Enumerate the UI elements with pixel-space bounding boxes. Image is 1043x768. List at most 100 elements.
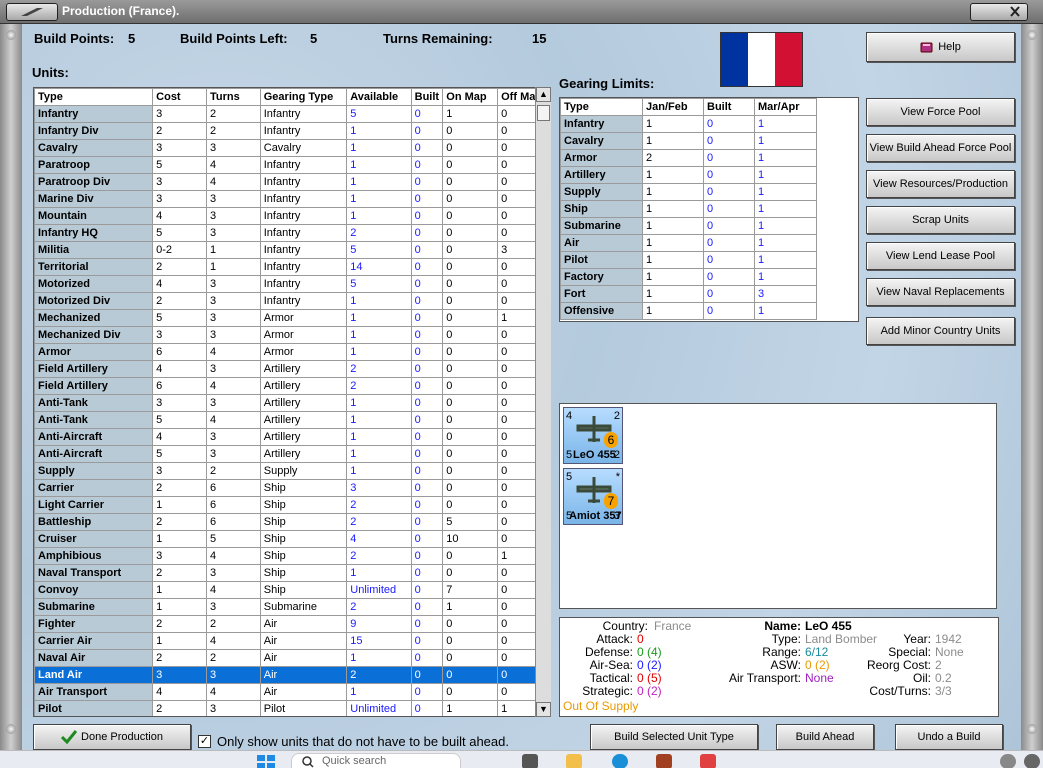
- units-table-row[interactable]: Anti-Aircraft 4 3 Artillery 1 0 0 0: [34, 428, 550, 446]
- units-table-row[interactable]: Anti-Tank 3 3 Artillery 1 0 0 0: [34, 394, 550, 412]
- units-cell: Air: [259, 666, 348, 684]
- units-table-row[interactable]: Pilot 2 3 Pilot Unlimited 0 1 1: [34, 700, 550, 716]
- build-ahead-button[interactable]: Build Ahead: [776, 724, 874, 750]
- units-table-row[interactable]: Supply 3 2 Supply 1 0 0 0: [34, 462, 550, 480]
- units-cell: 0: [410, 224, 444, 242]
- network-icon[interactable]: [1024, 754, 1040, 768]
- units-table-row[interactable]: Naval Air 2 2 Air 1 0 0 0: [34, 649, 550, 667]
- units-table-row[interactable]: Motorized 4 3 Infantry 5 0 0 0: [34, 275, 550, 293]
- units-table-row[interactable]: Cavalry 3 3 Cavalry 1 0 0 0: [34, 139, 550, 157]
- view-lend-lease-pool-button[interactable]: View Lend Lease Pool: [866, 242, 1015, 270]
- units-table-row[interactable]: Air Transport 4 4 Air 1 0 0 0: [34, 683, 550, 701]
- help-button[interactable]: Help: [866, 32, 1015, 62]
- view-build-ahead-force-pool-button[interactable]: View Build Ahead Force Pool: [866, 134, 1015, 162]
- units-cell: 0: [410, 105, 444, 123]
- done-production-button[interactable]: Done Production: [33, 724, 191, 750]
- units-column-header[interactable]: On Map: [442, 88, 499, 106]
- units-table-row[interactable]: Marine Div 3 3 Infantry 1 0 0 0: [34, 190, 550, 208]
- view-resources-production-button[interactable]: View Resources/Production: [866, 170, 1015, 198]
- unit-counter-leo455[interactable]: 4 2 6 5 LeO 455 2: [563, 407, 623, 464]
- units-table-row[interactable]: Land Air 3 3 Air 2 0 0 0: [34, 666, 550, 684]
- units-table-row[interactable]: Naval Transport 2 3 Ship 1 0 0 0: [34, 564, 550, 582]
- task-view-icon[interactable]: [522, 754, 538, 768]
- units-table-row[interactable]: Field Artillery 4 3 Artillery 2 0 0 0: [34, 360, 550, 378]
- units-column-header[interactable]: Type: [34, 88, 154, 106]
- units-table-row[interactable]: Mechanized Div 3 3 Armor 1 0 0 0: [34, 326, 550, 344]
- units-column-header[interactable]: Gearing Type: [259, 88, 348, 106]
- window-menu-button[interactable]: [6, 3, 58, 21]
- units-cell: Infantry: [259, 292, 348, 310]
- gearing-cell: 1: [642, 217, 704, 235]
- units-cell: Ship: [259, 479, 348, 497]
- undo-build-button[interactable]: Undo a Build: [895, 724, 1003, 750]
- unit-counter-amiot357[interactable]: 5 * 7 5 Amiot 357 3: [563, 468, 623, 525]
- units-cell: 0: [410, 156, 444, 174]
- add-minor-country-units-button[interactable]: Add Minor Country Units: [866, 317, 1015, 345]
- edge-browser-icon[interactable]: [612, 754, 628, 768]
- view-force-pool-button[interactable]: View Force Pool: [866, 98, 1015, 126]
- units-table-row[interactable]: Fighter 2 2 Air 9 0 0 0: [34, 615, 550, 633]
- view-naval-replacements-button[interactable]: View Naval Replacements: [866, 278, 1015, 306]
- units-table-row[interactable]: Mechanized 5 3 Armor 1 0 0 1: [34, 309, 550, 327]
- units-table-row[interactable]: Amphibious 3 4 Ship 2 0 0 1: [34, 547, 550, 565]
- units-cell: 6: [205, 513, 261, 531]
- units-cell: 3: [152, 666, 207, 684]
- app-icon[interactable]: [700, 754, 716, 768]
- units-table-row[interactable]: Infantry Div 2 2 Infantry 1 0 0 0: [34, 122, 550, 140]
- units-table-row[interactable]: Territorial 2 1 Infantry 14 0 0 0: [34, 258, 550, 276]
- units-cell: Light Carrier: [34, 496, 154, 514]
- units-cell: Air Transport: [34, 683, 154, 701]
- scroll-up-icon[interactable]: ▲: [536, 87, 551, 102]
- scroll-thumb[interactable]: [537, 105, 550, 121]
- units-table-row[interactable]: Battleship 2 6 Ship 2 0 5 0: [34, 513, 550, 531]
- units-table-row[interactable]: Paratroop 5 4 Infantry 1 0 0 0: [34, 156, 550, 174]
- close-icon: [1010, 6, 1020, 17]
- units-cell: 2: [152, 564, 207, 582]
- only-show-checkbox[interactable]: ✓: [198, 735, 211, 748]
- units-cell: 2: [152, 258, 207, 276]
- units-table-row[interactable]: Infantry 3 2 Infantry 5 0 1 0: [34, 105, 550, 123]
- units-table-row[interactable]: Convoy 1 4 Ship Unlimited 0 7 0: [34, 581, 550, 599]
- units-table-row[interactable]: Carrier 2 6 Ship 3 0 0 0: [34, 479, 550, 497]
- taskbar-search-input[interactable]: Quick search: [291, 753, 461, 768]
- counter-top-right: 2: [613, 410, 620, 422]
- close-button[interactable]: [970, 3, 1028, 21]
- units-column-header[interactable]: Built: [410, 88, 444, 106]
- units-table-row[interactable]: Anti-Aircraft 5 3 Artillery 1 0 0 0: [34, 445, 550, 463]
- strategic-value: 0 (2): [637, 684, 662, 698]
- units-cell: 7: [442, 581, 499, 599]
- units-table-row[interactable]: Anti-Tank 5 4 Artillery 1 0 0 0: [34, 411, 550, 429]
- units-cell: 1: [346, 564, 412, 582]
- units-column-header[interactable]: Turns: [205, 88, 261, 106]
- build-selected-unit-type-button[interactable]: Build Selected Unit Type: [590, 724, 758, 750]
- units-scrollbar[interactable]: ▲ ▼: [535, 87, 551, 717]
- units-table-row[interactable]: Cruiser 1 5 Ship 4 0 10 0: [34, 530, 550, 548]
- units-cell: 0: [442, 564, 499, 582]
- units-table-row[interactable]: Infantry HQ 5 3 Infantry 2 0 0 0: [34, 224, 550, 242]
- scroll-down-icon[interactable]: ▼: [536, 702, 551, 717]
- game-app-icon[interactable]: [656, 754, 672, 768]
- units-cell: 2: [346, 360, 412, 378]
- units-column-header[interactable]: Cost: [152, 88, 207, 106]
- units-table-row[interactable]: Carrier Air 1 4 Air 15 0 0 0: [34, 632, 550, 650]
- units-table-row[interactable]: Motorized Div 2 3 Infantry 1 0 0 0: [34, 292, 550, 310]
- gearing-cell: Ship: [560, 200, 643, 218]
- units-table-row[interactable]: Submarine 1 3 Submarine 2 0 1 0: [34, 598, 550, 616]
- cost-turns-label: Cost/Turns:: [869, 684, 931, 698]
- units-table-row[interactable]: Light Carrier 1 6 Ship 2 0 0 0: [34, 496, 550, 514]
- units-cell: 0: [442, 462, 499, 480]
- units-cell: 3: [152, 462, 207, 480]
- units-cell: Artillery: [259, 428, 348, 446]
- units-table-row[interactable]: Field Artillery 6 4 Artillery 2 0 0 0: [34, 377, 550, 395]
- speaker-icon[interactable]: [1000, 754, 1016, 768]
- scrap-units-button[interactable]: Scrap Units: [866, 206, 1015, 234]
- file-explorer-icon[interactable]: [566, 754, 582, 768]
- windows-start-icon[interactable]: [256, 754, 276, 768]
- type-value: Land Bomber: [805, 632, 878, 646]
- units-table-row[interactable]: Paratroop Div 3 4 Infantry 1 0 0 0: [34, 173, 550, 191]
- units-table-row[interactable]: Armor 6 4 Armor 1 0 0 0: [34, 343, 550, 361]
- units-table-row[interactable]: Militia 0-2 1 Infantry 5 0 0 3: [34, 241, 550, 259]
- units-table-row[interactable]: Mountain 4 3 Infantry 1 0 0 0: [34, 207, 550, 225]
- units-column-header[interactable]: Available: [346, 88, 412, 106]
- counter-top-left: 5: [566, 471, 573, 483]
